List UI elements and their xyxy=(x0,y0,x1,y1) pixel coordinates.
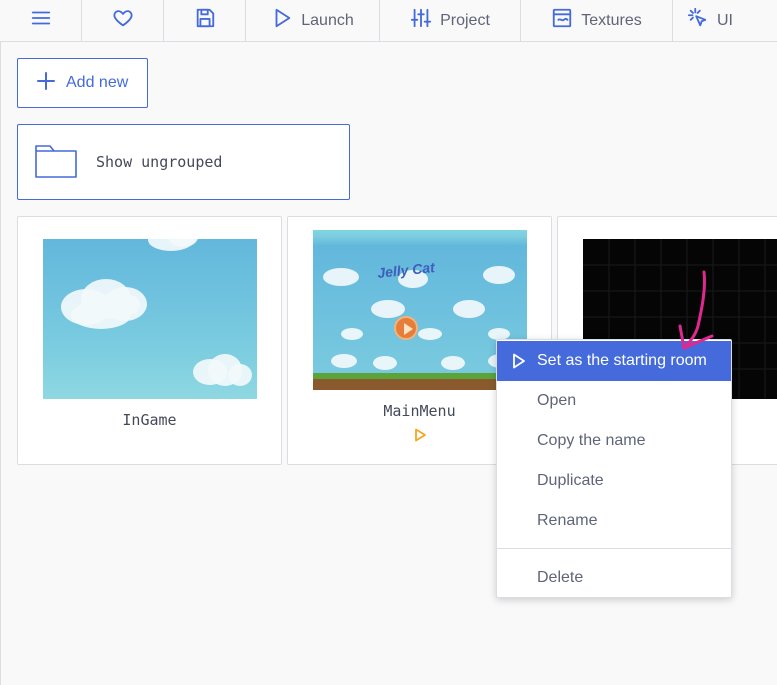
show-ungrouped-label: Show ungrouped xyxy=(96,153,223,171)
add-new-label: Add new xyxy=(66,74,129,91)
project-label: Project xyxy=(440,11,490,29)
menu-item-copy-name[interactable]: Copy the name xyxy=(497,421,731,461)
room-thumbnail: Jelly Cat xyxy=(313,230,527,390)
menu-divider xyxy=(497,548,731,549)
menu-button[interactable] xyxy=(0,0,82,41)
textures-label: Textures xyxy=(581,11,642,29)
room-thumbnail xyxy=(43,239,257,399)
play-icon xyxy=(512,353,526,369)
room-card-ingame[interactable]: InGame xyxy=(17,216,282,465)
menu-item-label: Open xyxy=(537,392,577,409)
texture-icon xyxy=(551,7,573,34)
menu-item-delete[interactable]: Delete xyxy=(497,558,731,598)
menu-item-label: Copy the name xyxy=(537,432,646,449)
menu-item-open[interactable]: Open xyxy=(497,381,731,421)
add-new-button[interactable]: Add new xyxy=(17,58,148,108)
menu-item-set-starting-room[interactable]: Set as the starting room xyxy=(497,341,731,381)
ui-button[interactable]: UI xyxy=(673,0,777,41)
ui-label: UI xyxy=(717,11,733,29)
play-icon xyxy=(271,7,293,34)
panel-border xyxy=(0,42,1,685)
launch-label: Launch xyxy=(301,11,354,29)
folder-icon xyxy=(34,140,78,185)
menu-item-label: Set as the starting room xyxy=(537,352,707,369)
menu-item-label: Duplicate xyxy=(537,472,604,489)
save-button[interactable] xyxy=(164,0,246,41)
sliders-icon xyxy=(410,7,432,34)
play-badge xyxy=(394,316,418,340)
pointer-click-icon xyxy=(687,7,709,34)
save-icon xyxy=(194,7,216,34)
show-ungrouped-folder[interactable]: Show ungrouped xyxy=(17,124,350,200)
heart-icon xyxy=(112,7,134,34)
menu-item-duplicate[interactable]: Duplicate xyxy=(497,461,731,501)
context-menu: Set as the starting room Open Copy the n… xyxy=(496,339,732,598)
room-name: InGame xyxy=(122,411,177,429)
project-button[interactable]: Project xyxy=(380,0,521,41)
menu-item-rename[interactable]: Rename xyxy=(497,501,731,541)
plus-icon xyxy=(36,71,56,96)
favorites-button[interactable] xyxy=(82,0,164,41)
launch-button[interactable]: Launch xyxy=(246,0,380,41)
menu-icon xyxy=(30,7,52,34)
textures-button[interactable]: Textures xyxy=(521,0,673,41)
starting-room-icon xyxy=(413,428,427,442)
menu-item-label: Delete xyxy=(537,569,584,586)
top-toolbar: Launch Project Textures UI xyxy=(0,0,777,42)
menu-item-label: Rename xyxy=(537,512,598,529)
